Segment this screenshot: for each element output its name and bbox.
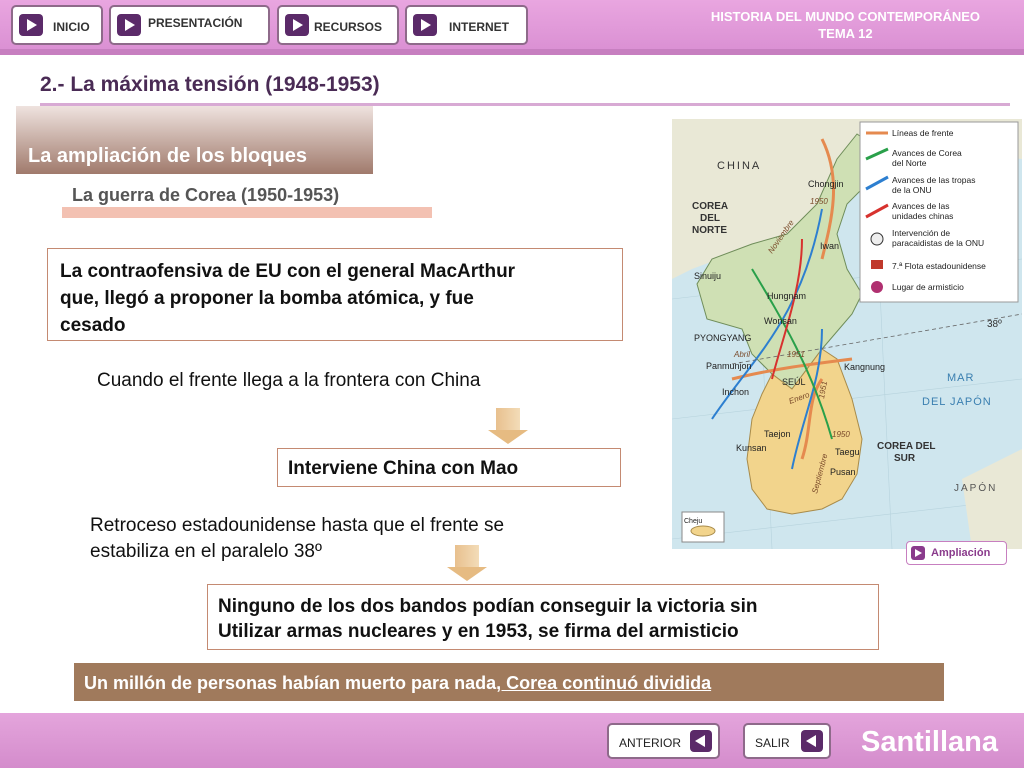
presentacion-label: PRESENTACIÓN bbox=[148, 16, 243, 30]
map-annotation: 1950 bbox=[810, 197, 828, 206]
anterior-label: ANTERIOR bbox=[619, 736, 682, 750]
china-box: Interviene China con Mao bbox=[277, 448, 621, 487]
down-arrow-icon bbox=[488, 408, 528, 444]
map-city: Kangnung bbox=[844, 362, 885, 372]
map-city: Chongjin bbox=[808, 179, 844, 189]
map-city: Taejon bbox=[764, 429, 791, 439]
salir-button[interactable]: SALIR bbox=[743, 723, 831, 759]
cheju-island bbox=[690, 525, 716, 537]
retroceso-text: Retroceso estadounidense hasta que el fr… bbox=[90, 513, 504, 565]
armisticio-line2: Utilizar armas nucleares y en 1953, se f… bbox=[218, 621, 739, 642]
subtitle-highlight bbox=[62, 207, 432, 218]
anterior-button[interactable]: ANTERIOR bbox=[607, 723, 720, 759]
map-city: SEÚL bbox=[782, 377, 806, 387]
map-city: Inchon bbox=[722, 387, 749, 397]
retroceso-line1: Retroceso estadounidense hasta que el fr… bbox=[90, 515, 505, 536]
map-city: Hungnam bbox=[767, 291, 806, 301]
conclusion-link[interactable]: , Corea continuó dividida bbox=[496, 673, 711, 693]
section-title: 2.- La máxima tensión (1948-1953) bbox=[40, 73, 380, 96]
down-arrow-icon bbox=[447, 545, 487, 581]
map-label-japan: JAPÓN bbox=[954, 481, 997, 494]
legend-item: Avances de las tropas bbox=[892, 175, 975, 185]
legend-item: Lugar de armisticio bbox=[892, 282, 964, 292]
legend-item: 7.ª Flota estadounidense bbox=[892, 261, 986, 271]
frontera-text: Cuando el frente llega a la frontera con… bbox=[97, 370, 481, 391]
map-label-north-2: DEL bbox=[700, 213, 720, 224]
armisticio-box: Ninguno de los dos bandos podían consegu… bbox=[207, 584, 879, 650]
play-icon bbox=[19, 14, 43, 36]
conclusion-part1: Un millón de personas habían muerto para… bbox=[84, 673, 497, 693]
map-city: Iwan bbox=[820, 241, 839, 251]
play-icon bbox=[117, 14, 141, 36]
internet-button[interactable]: INTERNET bbox=[405, 5, 528, 45]
play-icon bbox=[911, 546, 925, 560]
map-annotation: Abril bbox=[733, 350, 750, 359]
map-label-sea-2: DEL JAPÓN bbox=[922, 395, 992, 408]
macarthur-line1: La contraofensiva de EU con el general M… bbox=[60, 261, 516, 282]
toolbar-stripe bbox=[0, 49, 1024, 55]
back-arrow-icon bbox=[801, 730, 823, 752]
map-city: Kunsan bbox=[736, 443, 767, 453]
play-icon bbox=[285, 14, 309, 36]
play-icon bbox=[413, 14, 437, 36]
legend-item: Avances de Corea bbox=[892, 148, 962, 158]
map-label-sea-1: MAR bbox=[947, 372, 974, 384]
macarthur-box: La contraofensiva de EU con el general M… bbox=[47, 248, 623, 341]
salir-label: SALIR bbox=[755, 736, 790, 750]
legend-item: Avances de las bbox=[892, 201, 950, 211]
map-legend: Líneas de frente Avances de Corea del No… bbox=[859, 121, 1019, 303]
map-label-north-1: COREA bbox=[692, 201, 728, 212]
map-city: Cheju bbox=[684, 518, 702, 525]
china-box-label: Interviene China con Mao bbox=[288, 458, 519, 479]
map-city: PYONGYANG bbox=[694, 333, 751, 343]
map-city: Wonsan bbox=[764, 316, 797, 326]
macarthur-line2: que, llegó a proponer la bomba atómica, … bbox=[60, 288, 474, 309]
recursos-button[interactable]: RECURSOS bbox=[277, 5, 399, 45]
santillana-logo: Santillana bbox=[861, 726, 998, 758]
legend-item: Intervención de bbox=[892, 228, 950, 238]
map-label-38: 38º bbox=[987, 319, 1002, 330]
fleet-icon bbox=[871, 260, 883, 269]
map-annotation: 1951 bbox=[787, 350, 805, 359]
course-title-line1: HISTORIA DEL MUNDO CONTEMPORÁNEO bbox=[710, 9, 980, 24]
map-label-north-3: NORTE bbox=[692, 225, 727, 236]
legend-item: del Norte bbox=[892, 158, 927, 168]
internet-label: INTERNET bbox=[449, 20, 509, 34]
legend-item: unidades chinas bbox=[892, 211, 953, 221]
back-arrow-icon bbox=[690, 730, 712, 752]
korea-war-map: CHINA COREA DEL NORTE COREA DEL SUR MAR … bbox=[672, 119, 1022, 549]
map-city: Pusan bbox=[830, 467, 856, 477]
topic-banner: La ampliación de los bloques bbox=[16, 106, 373, 174]
course-title: HISTORIA DEL MUNDO CONTEMPORÁNEO TEMA 12 bbox=[711, 8, 980, 42]
inicio-label: INICIO bbox=[53, 20, 90, 34]
map-city: Panmunjon bbox=[706, 361, 752, 371]
ampliacion-label: Ampliación bbox=[931, 547, 991, 559]
map-label-south-1: COREA DEL bbox=[877, 441, 936, 452]
parachute-icon bbox=[870, 232, 884, 246]
conclusion-bar: Un millón de personas habían muerto para… bbox=[74, 663, 944, 701]
armisticio-line1: Ninguno de los dos bandos podían consegu… bbox=[218, 596, 758, 617]
course-title-line2: TEMA 12 bbox=[818, 26, 873, 41]
ampliacion-button[interactable]: Ampliación bbox=[906, 541, 1007, 565]
retroceso-line2: estabiliza en el paralelo 38º bbox=[90, 541, 322, 562]
macarthur-line3: cesado bbox=[60, 315, 126, 336]
map-label-china: CHINA bbox=[717, 160, 761, 172]
subtitle: La guerra de Corea (1950-1953) bbox=[72, 185, 340, 205]
inicio-button[interactable]: INICIO bbox=[11, 5, 103, 45]
recursos-label: RECURSOS bbox=[314, 20, 383, 34]
legend-item: de la ONU bbox=[892, 185, 932, 195]
legend-item: Líneas de frente bbox=[892, 128, 954, 138]
legend-item: paracaidistas de la ONU bbox=[892, 238, 984, 248]
armistice-icon bbox=[871, 281, 883, 293]
map-city: Sinuiju bbox=[694, 271, 721, 281]
topic-banner-label: La ampliación de los bloques bbox=[28, 145, 307, 167]
map-annotation: 1950 bbox=[832, 430, 850, 439]
map-city: Taegu bbox=[835, 447, 860, 457]
map-label-south-2: SUR bbox=[894, 453, 916, 464]
presentacion-button[interactable]: PRESENTACIÓN bbox=[109, 5, 270, 45]
